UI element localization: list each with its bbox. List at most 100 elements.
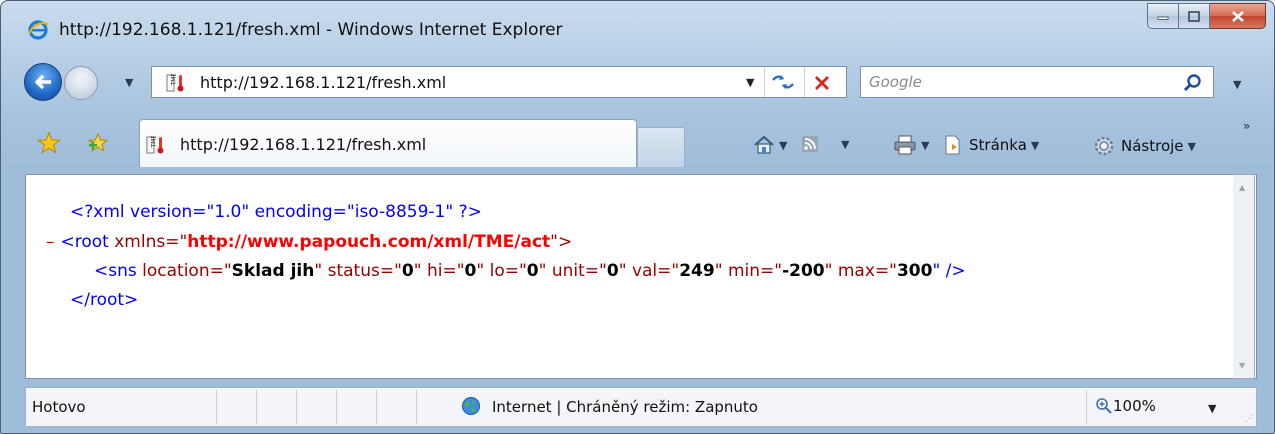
xml-sns-element: <sns location="Sklad jih" status="0" hi=…	[94, 261, 966, 281]
page-menu-label: Stránka	[969, 136, 1027, 154]
hi-value: 0	[464, 261, 477, 281]
zoom-level[interactable]: 100%	[1113, 397, 1156, 415]
status-divider	[416, 390, 417, 424]
max-value: 300	[896, 261, 933, 281]
val-value: 249	[679, 261, 715, 281]
attr-name: location="	[136, 261, 232, 281]
zoom-icon[interactable]	[1095, 397, 1113, 415]
status-bar: Hotovo Internet | Chráněný režim: Zapnut…	[25, 387, 1257, 427]
attr-name: " unit="	[538, 261, 607, 281]
home-button[interactable]: ▼	[753, 135, 787, 155]
new-tab-button[interactable]	[637, 127, 685, 167]
address-divider	[764, 67, 765, 97]
status-text: Hotovo	[32, 398, 86, 416]
print-dropdown[interactable]: ▼	[921, 139, 929, 152]
address-dropdown[interactable]: ▼	[746, 76, 754, 89]
security-zone[interactable]: Internet | Chráněný režim: Zapnuto	[492, 398, 758, 416]
maximize-button[interactable]	[1179, 3, 1210, 29]
page-favicon-icon: TME	[166, 74, 184, 92]
search-bar	[860, 66, 1214, 98]
close-icon	[1231, 10, 1244, 22]
page-menu-dropdown: ▼	[1030, 138, 1040, 152]
collapse-toggle[interactable]: –	[46, 232, 55, 252]
title-bar: http://192.168.1.121/fresh.xml - Windows…	[1, 1, 1274, 49]
xml-root-open: – <root xmlns="http://www.papouch.com/xml…	[46, 232, 572, 252]
root-namespace-value: http://www.papouch.com/xml/TME/act	[187, 232, 551, 252]
zoom-dropdown[interactable]: ▼	[1208, 402, 1216, 415]
refresh-icon[interactable]	[769, 71, 797, 93]
home-dropdown[interactable]: ▼	[779, 139, 787, 152]
resize-grip-icon[interactable]: ⋰	[1245, 414, 1254, 424]
status-value: 0	[401, 261, 414, 281]
svg-text:TME: TME	[151, 136, 158, 149]
toolbar-overflow-chevron[interactable]: »	[1243, 119, 1250, 133]
feeds-dropdown[interactable]: ▼	[841, 138, 849, 151]
navigation-bar: ▼ TME http://192.168.1.121/fresh.xml ▼ G…	[1, 61, 1274, 105]
sns-tag-end: " />	[932, 261, 966, 281]
status-divider	[296, 390, 297, 424]
page-icon	[945, 135, 960, 155]
browser-window: http://192.168.1.121/fresh.xml - Windows…	[0, 0, 1275, 434]
vertical-scrollbar[interactable]: ▲ ▼	[1233, 174, 1255, 379]
window-controls	[1147, 3, 1266, 31]
favorites-star-icon[interactable]	[37, 131, 61, 155]
tab-active[interactable]: TME http://192.168.1.121/fresh.xml	[139, 119, 637, 167]
back-button[interactable]	[24, 63, 62, 101]
globe-icon	[462, 397, 480, 415]
minimize-button[interactable]	[1147, 3, 1179, 29]
location-value: Sklad jih	[231, 261, 315, 281]
back-arrow-icon	[35, 74, 51, 90]
tools-menu-label: Nástroje	[1121, 137, 1184, 155]
attr-name: " lo="	[476, 261, 527, 281]
attr-name: " status="	[314, 261, 402, 281]
sns-tag: <sns	[94, 261, 137, 281]
root-tag: <root	[60, 232, 109, 252]
xml-root-close: </root>	[70, 290, 139, 310]
svg-text:TME: TME	[171, 74, 178, 87]
attr-name: " hi="	[413, 261, 465, 281]
stop-icon[interactable]	[812, 73, 832, 93]
address-bar[interactable]: TME http://192.168.1.121/fresh.xml ▼	[151, 66, 847, 98]
tools-menu[interactable]: Nástroje ▼	[1093, 135, 1196, 157]
status-divider	[216, 390, 217, 424]
history-dropdown[interactable]: ▼	[125, 76, 133, 89]
window-title: http://192.168.1.121/fresh.xml - Windows…	[59, 20, 563, 40]
minimize-icon	[1157, 16, 1169, 20]
status-divider	[336, 390, 337, 424]
unit-value: 0	[606, 261, 619, 281]
status-divider	[256, 390, 257, 424]
print-button[interactable]: ▼	[893, 135, 929, 155]
add-favorite-icon[interactable]	[86, 131, 110, 155]
ie-logo-icon	[28, 20, 49, 40]
gear-icon	[1094, 136, 1114, 156]
search-provider-dropdown[interactable]: ▼	[1233, 78, 1241, 91]
tab-favicon-icon: TME	[146, 136, 164, 154]
tab-bar: TME http://192.168.1.121/fresh.xml ▼ ▼ ▼…	[1, 109, 1274, 167]
tools-menu-dropdown: ▼	[1187, 139, 1196, 153]
address-divider	[804, 67, 805, 97]
maximize-icon	[1188, 10, 1200, 22]
feeds-button[interactable]: ▼	[801, 135, 849, 153]
search-input[interactable]	[869, 71, 1169, 93]
xml-declaration: <?xml version="1.0" encoding="iso-8859-1…	[70, 202, 482, 222]
address-url: http://192.168.1.121/fresh.xml	[200, 73, 447, 92]
scroll-up-arrow-icon[interactable]: ▲	[1239, 183, 1245, 192]
forward-button[interactable]	[64, 66, 98, 100]
home-icon	[754, 135, 774, 154]
lo-value: 0	[526, 261, 539, 281]
feeds-icon	[802, 136, 818, 152]
close-button[interactable]	[1210, 3, 1266, 29]
status-divider	[1086, 390, 1087, 424]
search-icon[interactable]	[1183, 73, 1203, 93]
min-value: -200	[782, 261, 825, 281]
scroll-down-arrow-icon[interactable]: ▼	[1239, 361, 1245, 370]
attr-name: " val="	[618, 261, 680, 281]
page-menu[interactable]: Stránka ▼	[943, 135, 1039, 155]
print-icon	[894, 135, 916, 155]
document-view: <?xml version="1.0" encoding="iso-8859-1…	[25, 174, 1257, 379]
tab-title: http://192.168.1.121/fresh.xml	[180, 135, 427, 154]
root-attr: xmlns="	[108, 232, 188, 252]
attr-name: " max="	[824, 261, 897, 281]
root-attr-close: ">	[550, 232, 573, 252]
attr-name: " min="	[714, 261, 783, 281]
